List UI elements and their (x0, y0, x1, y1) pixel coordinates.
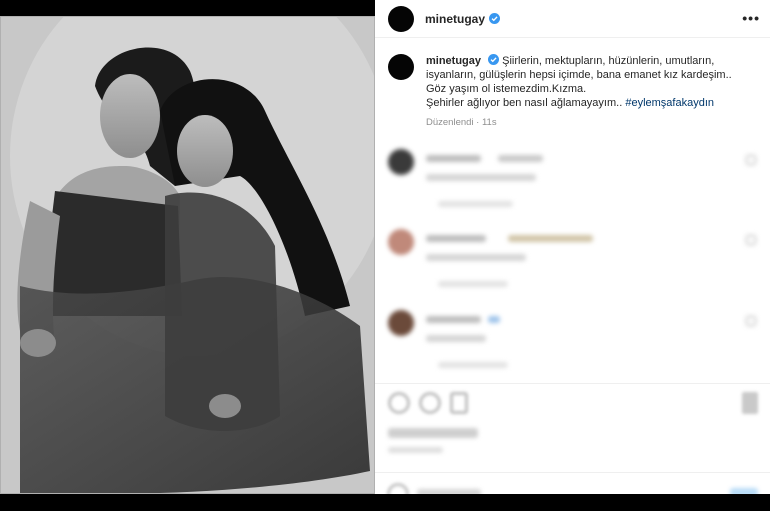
commenter-avatar[interactable] (388, 229, 414, 255)
more-horizontal-icon[interactable]: ••• (742, 10, 760, 26)
caption-text: minetugay Şiirlerin, mektupların, hüzünl… (426, 54, 756, 130)
comment-meta (438, 362, 508, 368)
author-username[interactable]: minetugay (425, 12, 485, 26)
commenter-name (426, 316, 481, 323)
heart-icon[interactable] (388, 392, 410, 414)
heart-icon[interactable] (746, 316, 756, 326)
commenter-name (426, 155, 481, 162)
comment-item (388, 149, 758, 209)
caption-author-avatar[interactable] (388, 54, 414, 80)
heart-icon[interactable] (746, 155, 756, 165)
comment-badge (488, 316, 500, 323)
post-panel: minetugay ••• minetugay Şiirlerin, mektu… (375, 0, 770, 511)
actions-divider (375, 383, 770, 384)
caption-username[interactable]: minetugay (426, 55, 481, 67)
letterbox-bottom (0, 494, 770, 511)
commenter-name (426, 235, 486, 242)
edited-timestamp: Düzenlendi · 11s (426, 117, 497, 128)
bookmark-icon[interactable] (742, 392, 758, 414)
caption-line-3: Göz yaşım ol istemezdim.Kızma. (426, 83, 587, 95)
post-photo[interactable] (0, 16, 375, 494)
comment-icon[interactable] (419, 392, 441, 414)
comment-text (498, 155, 543, 162)
caption-line-2: isyanların, gülüşlerin hepsi içimde, ban… (426, 69, 732, 81)
caption-line-4: Şehirler ağlıyor ben nasıl ağlamayayım.. (426, 97, 623, 109)
screenshot-frame: minetugay ••• minetugay Şiirlerin, mektu… (0, 0, 770, 511)
commenter-avatar[interactable] (388, 310, 414, 336)
verified-badge-icon (488, 54, 500, 65)
post-actions (388, 392, 758, 414)
photo-illustration (0, 16, 375, 494)
share-icon[interactable] (450, 392, 468, 414)
comment-text-line (426, 174, 536, 181)
comment-item (388, 229, 758, 289)
hashtag-link[interactable]: #eylemşafakaydın (625, 97, 714, 109)
caption-line-1: Şiirlerin, mektupların, hüzünlerin, umut… (502, 55, 715, 67)
post-header: minetugay ••• (375, 0, 770, 38)
post-date (388, 447, 443, 453)
author-avatar[interactable] (388, 5, 414, 32)
likes-count[interactable] (388, 428, 478, 438)
caption-block: minetugay Şiirlerin, mektupların, hüzünl… (388, 54, 758, 130)
comment-meta (438, 201, 513, 207)
comment-text-line (426, 335, 486, 342)
commenter-avatar[interactable] (388, 149, 414, 175)
comment-item (388, 310, 758, 370)
comment-text (508, 235, 593, 242)
comment-meta (438, 281, 508, 287)
heart-icon[interactable] (746, 235, 756, 245)
verified-badge-icon (489, 13, 501, 24)
comment-text-line (426, 254, 526, 261)
